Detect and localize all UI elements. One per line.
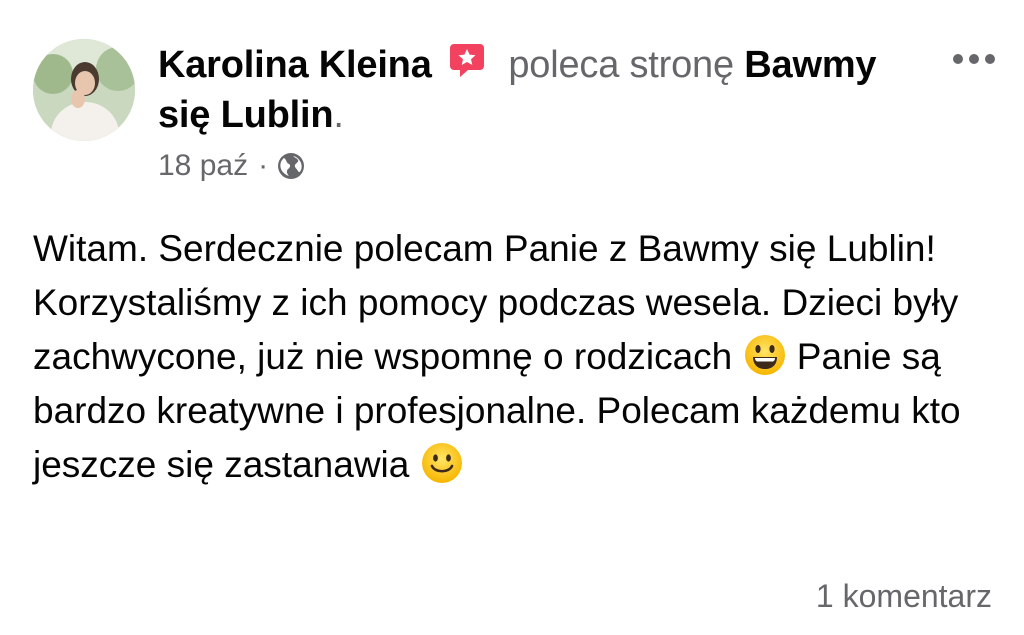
grinning-face-emoji <box>744 335 785 375</box>
page-name-part2: się Lublin <box>158 94 334 136</box>
action-text: poleca stronę <box>508 44 734 86</box>
post-date[interactable]: 18 paź <box>158 146 248 186</box>
avatar-image <box>33 39 135 141</box>
recommendation-icon <box>450 44 484 77</box>
more-options-icon-dot <box>953 54 963 64</box>
header-period: . <box>333 94 344 136</box>
more-options-button[interactable] <box>946 44 1002 74</box>
page-name-part1: Bawmy <box>744 44 877 86</box>
author-name[interactable]: Karolina Kleina <box>158 44 432 86</box>
smiling-face-emoji <box>421 443 462 483</box>
more-options-icon-dot <box>985 54 995 64</box>
post-header: Karolina Kleina poleca stronę Bawmy się L… <box>158 40 948 140</box>
post-meta: 18 paź · <box>158 146 306 186</box>
post-body: Witam. Serdecznie polecam Panie z Bawmy … <box>33 222 998 492</box>
comments-count-link[interactable]: 1 komentarz <box>816 576 992 616</box>
globe-icon[interactable] <box>276 151 306 181</box>
meta-separator: · <box>258 149 269 182</box>
more-options-icon-dot <box>969 54 979 64</box>
avatar[interactable] <box>33 39 135 141</box>
